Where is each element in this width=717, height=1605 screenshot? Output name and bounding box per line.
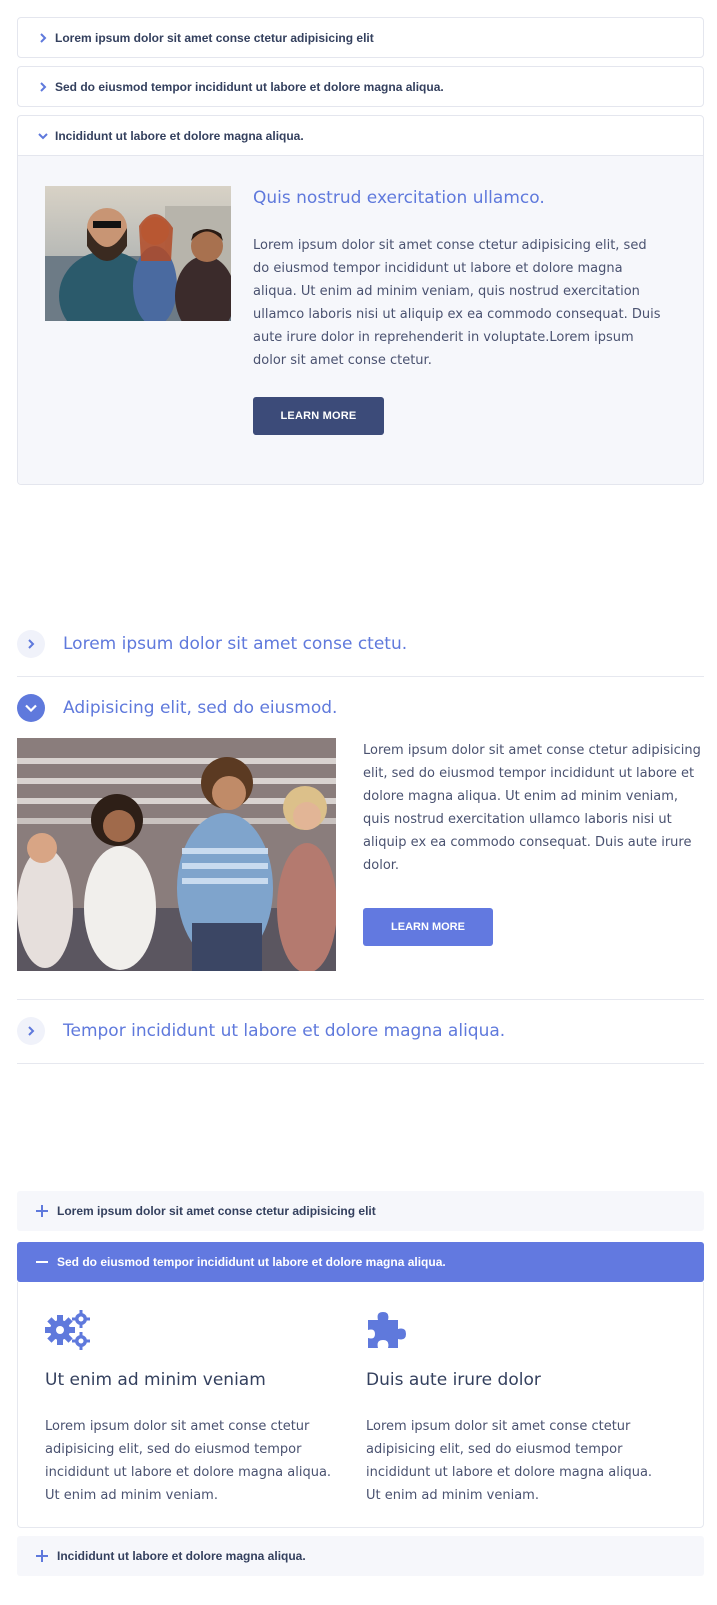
plus-icon [35,1205,49,1217]
learn-more-button[interactable]: LEARN MORE [363,908,493,946]
chevron-down-icon [36,132,50,140]
plus-icon [35,1550,49,1562]
feature-text: Lorem ipsum dolor sit amet conse ctetur … [45,1419,332,1503]
accordion-2-item-3[interactable]: Tempor incididunt ut labore et dolore ma… [17,1017,704,1045]
accordion-1-item-3: Incididunt ut labore et dolore magna ali… [17,115,704,485]
accordion-item-title: Incididunt ut labore et dolore magna ali… [57,1549,306,1563]
panel-text: Lorem ipsum dolor sit amet conse ctetur … [253,238,661,368]
accordion-3-item-3[interactable]: Incididunt ut labore et dolore magna ali… [17,1536,704,1576]
minus-icon [35,1256,49,1268]
accordion-item-title: Lorem ipsum dolor sit amet conse ctetur … [57,1204,376,1218]
feature-text: Lorem ipsum dolor sit amet conse ctetur … [366,1419,653,1503]
accordion-1-item-3-header[interactable]: Incididunt ut labore et dolore magna ali… [18,116,703,155]
chevron-right-icon [36,81,50,92]
accordion-item-title: Sed do eiusmod tempor incididunt ut labo… [55,79,444,94]
chevron-right-icon [17,1017,45,1045]
chevron-right-icon [36,32,50,43]
accordion-3-panel: Ut enim ad minim veniam Lorem ipsum dolo… [17,1282,704,1528]
accordion-1-item-2[interactable]: Sed do eiusmod tempor incididunt ut labo… [17,66,704,107]
accordion-3-item-1[interactable]: Lorem ipsum dolor sit amet conse ctetur … [17,1191,704,1231]
accordion-item-title: Adipisicing elit, sed do eiusmod. [63,698,338,718]
friends-phones-photo [17,738,336,971]
panel-heading: Quis nostrud exercitation ullamco. [253,188,545,208]
panel-text: Lorem ipsum dolor sit amet conse ctetur … [363,743,701,873]
accordion-1-item-2-header[interactable]: Sed do eiusmod tempor incididunt ut labo… [18,67,703,106]
accordion-1-item-1[interactable]: Lorem ipsum dolor sit amet conse ctetur … [17,17,704,58]
divider [17,1063,704,1064]
accordion-item-title: Lorem ipsum dolor sit amet conse ctetur … [55,30,374,45]
accordion-item-title: Tempor incididunt ut labore et dolore ma… [63,1021,506,1041]
feature-heading: Duis aute irure dolor [366,1370,541,1390]
divider [17,999,704,1000]
accordion-3-item-2[interactable]: Sed do eiusmod tempor incididunt ut labo… [17,1242,704,1282]
accordion-1-panel: Quis nostrud exercitation ullamco. Lorem… [18,155,703,484]
accordion-item-title: Sed do eiusmod tempor incididunt ut labo… [57,1255,446,1269]
feature-heading: Ut enim ad minim veniam [45,1370,266,1390]
friends-photo [45,186,231,321]
accordion-item-title: Incididunt ut labore et dolore magna ali… [55,128,304,143]
accordion-1-item-1-header[interactable]: Lorem ipsum dolor sit amet conse ctetur … [18,18,703,57]
chevron-right-icon [17,630,45,658]
learn-more-button[interactable]: LEARN MORE [253,397,384,435]
gears-icon [45,1310,93,1350]
accordion-2-item-1[interactable]: Lorem ipsum dolor sit amet conse ctetu. [17,630,704,658]
accordion-2-item-2[interactable]: Adipisicing elit, sed do eiusmod. [17,694,704,722]
accordion-item-title: Lorem ipsum dolor sit amet conse ctetu. [63,634,408,654]
chevron-down-icon [17,694,45,722]
divider [17,676,704,677]
puzzle-icon [366,1310,414,1350]
